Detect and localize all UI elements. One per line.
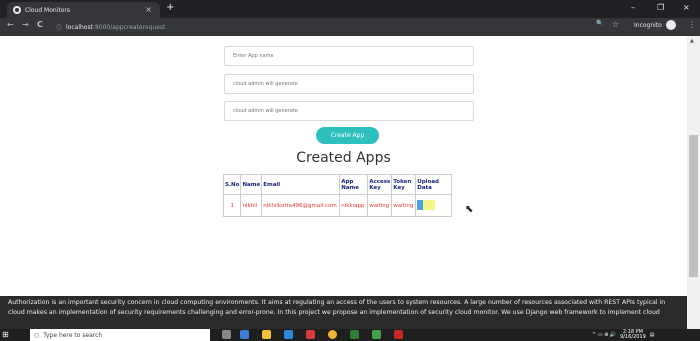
column-header-name: Name: [240, 174, 263, 195]
token-key-input[interactable]: [224, 101, 474, 121]
url-path: :8000/appcreaterequest: [92, 23, 166, 31]
mail-icon[interactable]: [284, 330, 293, 339]
footer-description: Authorization is an important security c…: [0, 296, 687, 329]
excel-icon[interactable]: [372, 330, 381, 339]
column-header-access-key: Access Key: [367, 174, 393, 195]
mouse-cursor-icon: ⬉: [465, 204, 474, 215]
app-red-icon[interactable]: [306, 330, 315, 339]
menu-icon[interactable]: ⋮: [688, 20, 696, 29]
system-tray[interactable]: ^ ▭ ⊕ 🔊 2:18 PM 9/16/2019 ▤: [592, 329, 654, 341]
task-view-icon[interactable]: [222, 330, 231, 339]
star-icon[interactable]: ☆: [612, 20, 619, 29]
chrome-icon[interactable]: [328, 330, 337, 339]
table-header-row: S.No Name Email App Name Access Key Toke…: [222, 174, 453, 195]
column-header-app-name: App Name: [339, 174, 369, 195]
acrobat-icon[interactable]: [394, 330, 403, 339]
new-tab-button[interactable]: +: [166, 2, 174, 13]
create-app-button[interactable]: Create App: [316, 127, 379, 144]
cell-token-key: waiting: [391, 194, 417, 217]
app-name-input[interactable]: [224, 46, 474, 66]
window-close-button[interactable]: ×: [683, 3, 690, 12]
cell-upload-data: [415, 194, 453, 217]
scroll-up-arrow-icon[interactable]: ▲: [690, 38, 694, 44]
app-green-icon[interactable]: [350, 330, 359, 339]
forward-button[interactable]: →: [22, 20, 29, 29]
incognito-label: Incognito: [634, 21, 662, 29]
info-icon[interactable]: ⓘ: [56, 23, 62, 32]
cell-app-name: nikkiapp: [339, 194, 369, 217]
clock[interactable]: 2:18 PM 9/16/2019: [620, 330, 646, 340]
back-button[interactable]: ←: [7, 20, 14, 29]
taskbar-search-input[interactable]: ○ Type here to search: [30, 329, 210, 341]
cell-sno: 1: [222, 194, 242, 217]
page-title: Created Apps: [296, 150, 391, 166]
vscode-icon[interactable]: [240, 330, 249, 339]
access-key-input[interactable]: [224, 74, 474, 94]
scrollbar-thumb[interactable]: [689, 135, 698, 277]
search-icon[interactable]: 🔍: [596, 20, 603, 27]
column-header-email: Email: [261, 174, 341, 195]
file-explorer-icon[interactable]: [262, 330, 271, 339]
apps-table: S.No Name Email App Name Access Key Toke…: [222, 174, 453, 217]
taskbar-search-placeholder: Type here to search: [43, 331, 103, 339]
url-input[interactable]: ⓘ localhost :8000/appcreaterequest: [56, 20, 612, 34]
minimize-button[interactable]: –: [631, 3, 635, 12]
cortana-icon: ○: [34, 331, 40, 339]
reload-button[interactable]: C: [37, 20, 43, 29]
clock-date: 9/16/2019: [620, 334, 646, 340]
favicon-icon: [13, 6, 21, 14]
incognito-icon: [665, 20, 676, 30]
url-host: localhost: [66, 23, 93, 31]
tab-close-icon[interactable]: ×: [145, 5, 152, 14]
incognito-indicator[interactable]: Incognito: [634, 20, 676, 30]
column-header-token-key: Token Key: [391, 174, 417, 195]
cell-email: nikhilkotta496@gmail.com: [261, 194, 341, 217]
column-header-sno: S.No: [222, 174, 242, 195]
cell-access-key: waiting: [367, 194, 393, 217]
column-header-upload-data: Upload Data: [415, 174, 453, 195]
tray-icons: ^ ▭ ⊕ 🔊: [592, 332, 617, 338]
maximize-button[interactable]: ❐: [657, 3, 664, 12]
table-row: 1 nikhil nikhilkotta496@gmail.com nikkia…: [222, 194, 453, 217]
notification-icon[interactable]: ▤: [650, 332, 655, 338]
tab-title: Cloud Monitors: [25, 6, 70, 14]
cell-name: nikhil: [240, 194, 263, 217]
upload-data-icon[interactable]: [417, 199, 436, 210]
browser-tab[interactable]: Cloud Monitors ×: [7, 2, 160, 18]
windows-start-icon[interactable]: ⊞: [2, 330, 9, 339]
